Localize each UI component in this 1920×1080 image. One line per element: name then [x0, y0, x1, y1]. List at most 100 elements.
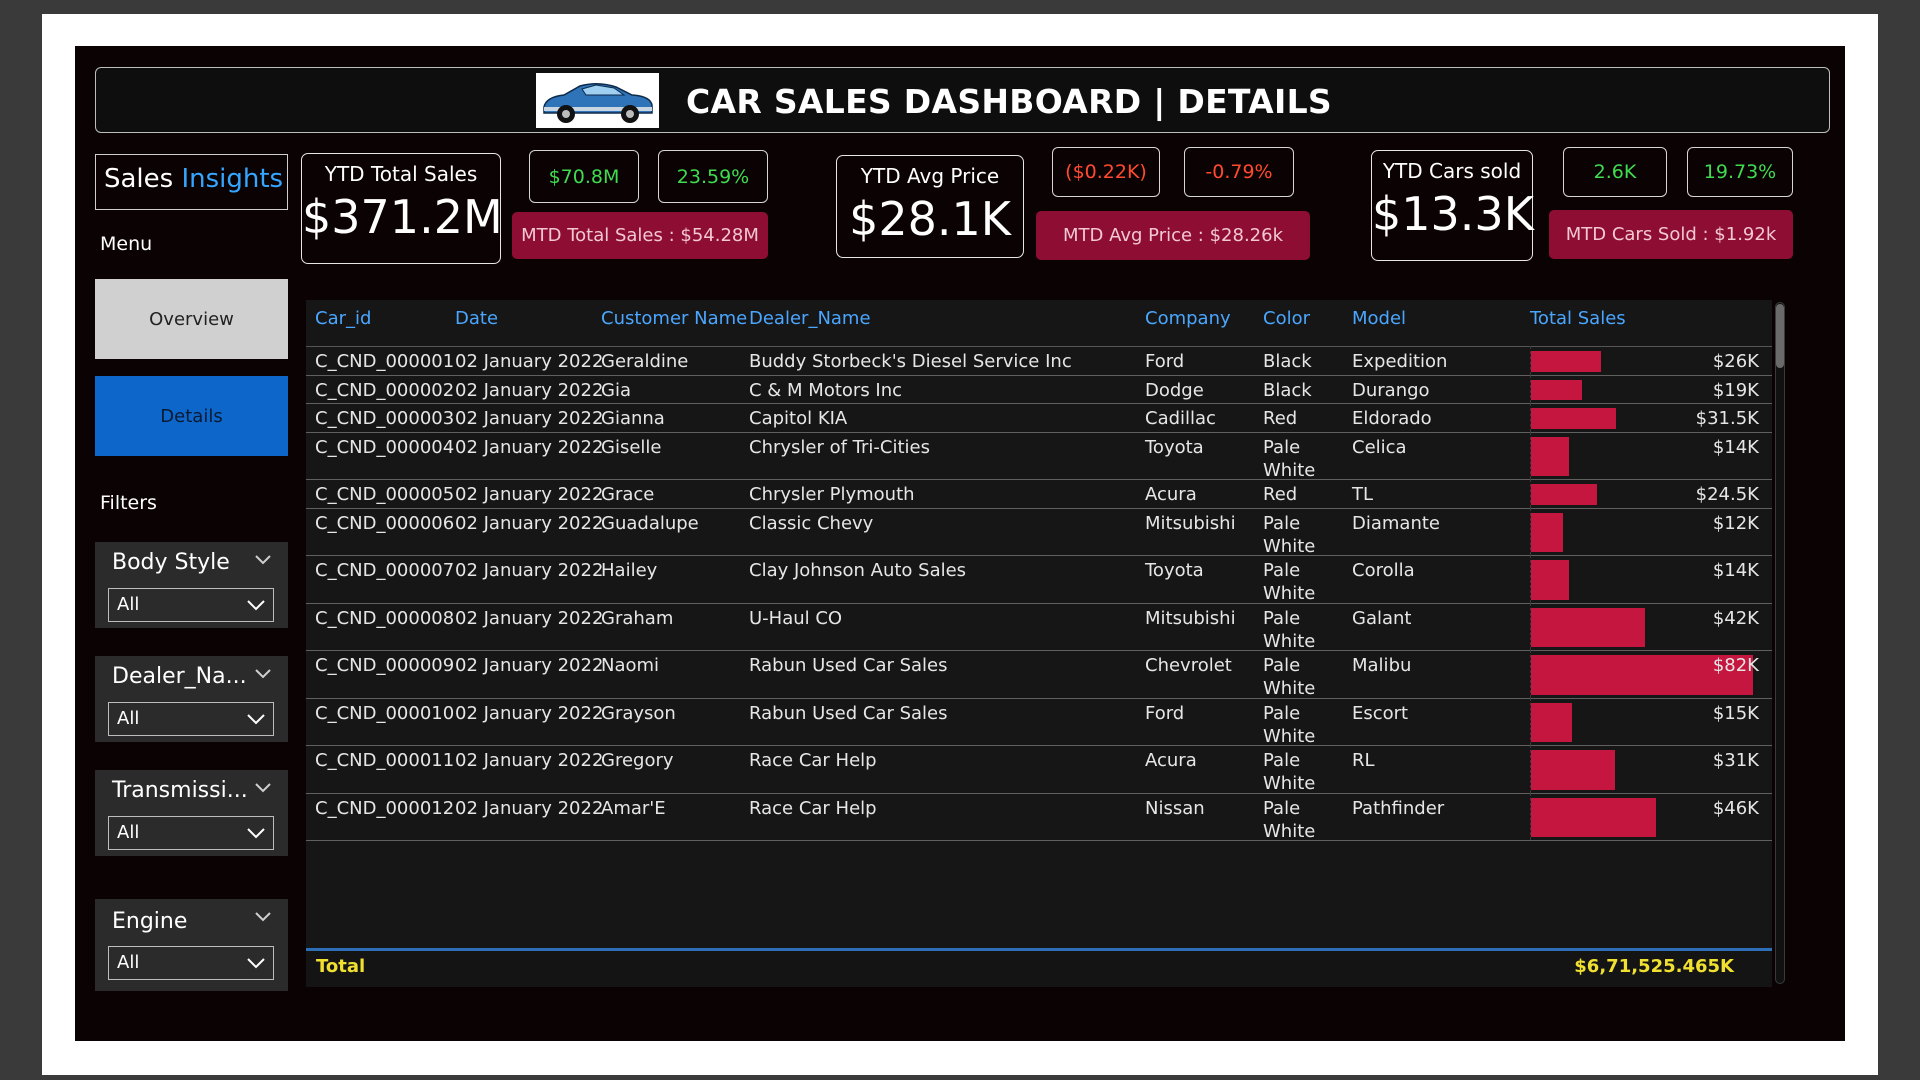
cell-company: Toyota	[1145, 560, 1204, 581]
chevron-down-icon	[247, 714, 265, 725]
cell-date: 02 January 2022	[455, 436, 604, 458]
brand-word-insights: Insights	[181, 164, 284, 194]
table-row[interactable]: C_CND_000005 02 January 2022 Grace Chrysler…	[306, 479, 1772, 509]
cell-date: 02 January 2022	[455, 484, 604, 505]
cell-color-line2: White	[1263, 820, 1316, 842]
table-row[interactable]: C_CND_000001 02 January 2022 Geraldine Budd…	[306, 346, 1772, 376]
cell-date: 02 January 2022	[455, 750, 604, 771]
cell-dealer-name: Clay Johnson Auto Sales	[749, 560, 967, 581]
table-scrollbar[interactable]	[1775, 302, 1785, 984]
cell-date: 02 January 2022	[455, 379, 604, 401]
sales-value: $31K	[1712, 750, 1759, 771]
avg-price-delta-pct: -0.79%	[1184, 147, 1294, 197]
dealer-name-dropdown[interactable]: All	[108, 702, 274, 736]
cell-total-sales: $42K	[1530, 602, 1767, 650]
cell-model: Eldorado	[1352, 408, 1432, 429]
cell-car-id: C_CND_000005	[315, 484, 455, 505]
cell-model: TL	[1352, 484, 1374, 505]
cell-dealer-name: Rabun Used Car Sales	[749, 702, 948, 724]
cell-model: Celica	[1352, 436, 1407, 458]
body-style-dropdown[interactable]: All	[108, 588, 274, 622]
column-header-customer-name[interactable]: Customer Name	[601, 308, 747, 329]
sales-value: $19K	[1712, 379, 1759, 401]
kpi-value: $371.2M	[302, 190, 503, 244]
cell-total-sales: $15K	[1530, 697, 1767, 745]
transmission-dropdown[interactable]: All	[108, 816, 274, 850]
column-header-date[interactable]: Date	[455, 308, 498, 329]
chevron-down-icon[interactable]	[254, 668, 272, 680]
table-row[interactable]: C_CND_000008 02 January 2022 Graham U-Haul …	[306, 602, 1772, 652]
filter-title: Transmissi...	[112, 778, 248, 803]
cell-total-sales: $19K	[1530, 374, 1767, 403]
chevron-down-icon[interactable]	[254, 782, 272, 794]
chevron-down-icon[interactable]	[254, 554, 272, 566]
column-header-total-sales[interactable]: Total Sales	[1530, 308, 1626, 329]
cell-customer-name: Graham	[601, 607, 674, 629]
table-row[interactable]: C_CND_000007 02 January 2022 Hailey Clay Jo…	[306, 555, 1772, 604]
cell-color: Pale	[1263, 512, 1301, 534]
sales-value: $82K	[1712, 655, 1759, 676]
cell-date: 02 January 2022	[455, 408, 604, 429]
kpi-value: $13.3K	[1372, 187, 1534, 241]
nav-details-button[interactable]: Details	[95, 376, 288, 456]
cell-dealer-name: Buddy Storbeck's Diesel Service Inc	[749, 351, 1072, 372]
sales-value: $42K	[1712, 607, 1759, 629]
cell-car-id: C_CND_000012	[315, 797, 455, 819]
cell-company: Nissan	[1145, 797, 1205, 819]
scrollbar-thumb[interactable]	[1776, 304, 1784, 368]
cell-customer-name: Gia	[601, 379, 631, 401]
total-sales-delta-abs: $70.8M	[529, 150, 639, 203]
cell-date: 02 January 2022	[455, 607, 604, 629]
cell-date: 02 January 2022	[455, 797, 604, 819]
table-row[interactable]: C_CND_000012 02 January 2022 Amar'E Race Ca…	[306, 792, 1772, 842]
engine-dropdown[interactable]: All	[108, 946, 274, 980]
table-header: Car_id Date Customer Name Dealer_Name Co…	[306, 300, 1772, 347]
column-header-color[interactable]: Color	[1263, 308, 1310, 329]
kpi-title: YTD Avg Price	[860, 164, 1000, 188]
kpi-title: YTD Cars sold	[1382, 159, 1522, 183]
table-row[interactable]: C_CND_000010 02 January 2022 Grayson Rabun …	[306, 697, 1772, 747]
sales-bar	[1531, 351, 1601, 372]
cell-color: Pale	[1263, 655, 1301, 676]
column-header-dealer-name[interactable]: Dealer_Name	[749, 308, 871, 329]
table-row[interactable]: C_CND_000002 02 January 2022 Gia C & M Moto…	[306, 374, 1772, 404]
column-header-car-id[interactable]: Car_id	[315, 308, 371, 329]
table-total-row: Total $6,71,525.465K	[306, 948, 1772, 987]
cell-car-id: C_CND_000001	[315, 351, 455, 372]
cell-date: 02 January 2022	[455, 655, 604, 676]
chevron-down-icon[interactable]	[254, 911, 272, 923]
cell-color: Black	[1263, 351, 1312, 372]
table-row[interactable]: C_CND_000006 02 January 2022 Guadalupe Clas…	[306, 507, 1772, 557]
cell-customer-name: Hailey	[601, 560, 658, 581]
cell-model: Expedition	[1352, 351, 1448, 372]
cell-car-id: C_CND_000003	[315, 408, 455, 429]
dropdown-value: All	[117, 822, 140, 843]
cell-customer-name: Geraldine	[601, 351, 689, 372]
table-row[interactable]: C_CND_000003 02 January 2022 Gianna Capitol…	[306, 403, 1772, 433]
cell-model: Corolla	[1352, 560, 1415, 581]
cell-car-id: C_CND_000007	[315, 560, 455, 581]
table-row[interactable]: C_CND_000004 02 January 2022 Giselle Chrysl…	[306, 431, 1772, 481]
column-header-company[interactable]: Company	[1145, 308, 1231, 329]
table-row[interactable]: C_CND_000009 02 January 2022 Naomi Rabun Us…	[306, 650, 1772, 699]
avg-price-delta-abs: ($0.22K)	[1052, 147, 1160, 197]
cell-dealer-name: C & M Motors Inc	[749, 379, 903, 401]
sales-value: $31.5K	[1695, 408, 1759, 429]
sales-value: $15K	[1712, 702, 1759, 724]
nav-overview-button[interactable]: Overview	[95, 279, 288, 359]
cell-company: Ford	[1145, 702, 1185, 724]
details-table: Car_id Date Customer Name Dealer_Name Co…	[306, 300, 1772, 987]
cell-company: Toyota	[1145, 436, 1204, 458]
cell-date: 02 January 2022	[455, 351, 604, 372]
table-row[interactable]: C_CND_000011 02 January 2022 Gregory Race C…	[306, 745, 1772, 794]
cell-color: Pale	[1263, 607, 1301, 629]
dropdown-value: All	[117, 708, 140, 729]
column-header-model[interactable]: Model	[1352, 308, 1406, 329]
filter-title: Dealer_Na...	[112, 664, 247, 689]
cell-customer-name: Amar'E	[601, 797, 666, 819]
cell-model: Escort	[1352, 702, 1409, 724]
sales-bar	[1531, 702, 1572, 742]
cell-car-id: C_CND_000008	[315, 607, 455, 629]
cell-customer-name: Naomi	[601, 655, 660, 676]
sales-bar	[1531, 379, 1582, 400]
